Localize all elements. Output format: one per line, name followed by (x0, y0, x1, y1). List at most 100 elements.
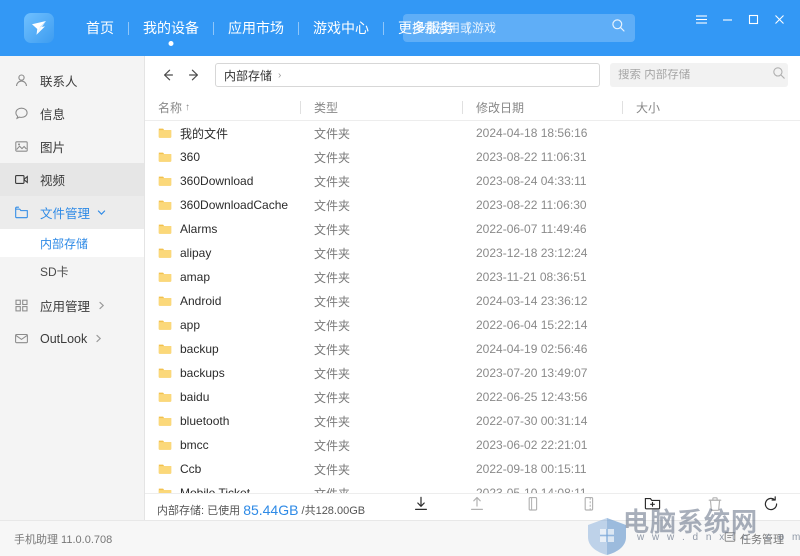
export-icon (468, 495, 486, 518)
storage-total: /共128.00GB (301, 504, 366, 517)
nav-item-my-device[interactable]: 我的设备 (129, 0, 213, 56)
apps-icon (14, 298, 31, 313)
file-name-cell[interactable]: bmcc (145, 438, 300, 452)
file-type-cell: 文件夹 (314, 246, 351, 261)
sidebar-item-pictures[interactable]: 图片 (0, 130, 144, 163)
table-row[interactable]: baidu 文件夹 2022-06-25 12:43:56 (145, 385, 800, 409)
file-date-cell: 2024-03-14 23:36:12 (476, 294, 588, 308)
chevron-right-icon[interactable] (96, 300, 107, 311)
table-row[interactable]: Alarms 文件夹 2022-06-07 11:49:46 (145, 217, 800, 241)
table-row[interactable]: backup 文件夹 2024-04-19 02:56:46 (145, 337, 800, 361)
menu-icon[interactable] (688, 6, 714, 32)
file-name-cell[interactable]: 360DownloadCache (145, 198, 300, 212)
chevron-down-icon[interactable] (96, 207, 107, 218)
file-type-cell: 文件夹 (314, 318, 351, 333)
file-date-cell: 2023-11-21 08:36:51 (476, 270, 587, 284)
table-row[interactable]: bluetooth 文件夹 2022-07-30 00:31:14 (145, 409, 800, 433)
table-row[interactable]: Android 文件夹 2024-03-14 23:36:12 (145, 289, 800, 313)
table-row[interactable]: 360DownloadCache 文件夹 2023-08-22 11:06:30 (145, 193, 800, 217)
folder-icon (158, 486, 172, 493)
file-name-cell[interactable]: 我的文件 (145, 125, 300, 142)
sidebar-subitem-sd-card[interactable]: SD卡 (0, 257, 144, 285)
table-row[interactable]: backups 文件夹 2023-07-20 13:49:07 (145, 361, 800, 385)
file-name-cell[interactable]: bluetooth (145, 414, 300, 428)
search-icon[interactable] (611, 18, 626, 38)
sidebar-item-label: 视频 (40, 174, 66, 188)
folder-icon (14, 205, 31, 220)
file-name-cell[interactable]: app (145, 318, 300, 332)
file-name-cell[interactable]: backup (145, 342, 300, 356)
file-name-cell[interactable]: Ccb (145, 462, 300, 476)
table-row[interactable]: app 文件夹 2022-06-04 15:22:14 (145, 313, 800, 337)
header-search-input[interactable] (412, 21, 611, 35)
file-name-cell[interactable]: backups (145, 366, 300, 380)
file-search-input[interactable] (618, 69, 772, 81)
table-row[interactable]: Mobile Ticket 文件夹 2023-05-10 14:08:11 (145, 481, 800, 493)
contact-icon (14, 73, 31, 88)
maximize-icon[interactable] (740, 6, 766, 32)
file-name-label: backup (180, 342, 219, 356)
nav-item-app-market[interactable]: 应用市场 (214, 0, 298, 56)
copy-icon (524, 495, 542, 518)
sidebar-item-outlook[interactable]: OutLook (0, 322, 144, 355)
file-name-label: bmcc (180, 438, 209, 452)
forward-button[interactable] (181, 62, 207, 88)
file-date-cell: 2024-04-18 18:56:16 (476, 126, 588, 140)
table-row[interactable]: amap 文件夹 2023-11-21 08:36:51 (145, 265, 800, 289)
close-icon[interactable] (766, 6, 792, 32)
file-search-box[interactable] (610, 63, 788, 87)
column-header-size[interactable]: 大小 (622, 94, 742, 121)
column-divider (300, 100, 301, 114)
file-date-cell: 2022-06-04 15:22:14 (476, 318, 588, 332)
file-type-cell: 文件夹 (314, 222, 351, 237)
table-row[interactable]: 我的文件 文件夹 2024-04-18 18:56:16 (145, 121, 800, 145)
file-name-cell[interactable]: baidu (145, 390, 300, 404)
file-name-cell[interactable]: Android (145, 294, 300, 308)
table-row[interactable]: 360 文件夹 2023-08-22 11:06:31 (145, 145, 800, 169)
breadcrumb-separator: › (278, 69, 282, 81)
folder-icon (158, 462, 172, 476)
task-manager-button[interactable]: 任务管理 (724, 531, 784, 547)
minimize-icon[interactable] (714, 6, 740, 32)
file-name-label: app (180, 318, 201, 332)
sidebar-item-app-manager[interactable]: 应用管理 (0, 289, 144, 322)
storage-text: 内部存储: 已使用 85.44GB /共128.00GB (157, 502, 387, 518)
column-header-type[interactable]: 类型 (300, 94, 462, 121)
file-name-cell[interactable]: Mobile Ticket (145, 486, 300, 493)
sidebar-subitem-internal-storage[interactable]: 内部存储 (0, 229, 144, 257)
column-header-date[interactable]: 修改日期 (462, 94, 622, 121)
file-name-cell[interactable]: 360 (145, 150, 300, 164)
sidebar-item-messages[interactable]: 信息 (0, 97, 144, 130)
new-folder-icon (643, 494, 662, 518)
back-button[interactable] (155, 62, 181, 88)
nav-item-home[interactable]: 首页 (72, 0, 128, 56)
chevron-right-icon[interactable] (93, 333, 104, 344)
table-row[interactable]: Ccb 文件夹 2022-09-18 00:15:11 (145, 457, 800, 481)
file-name-cell[interactable]: 360Download (145, 174, 300, 188)
sidebar-item-videos[interactable]: 视频 (0, 163, 144, 196)
path-breadcrumb[interactable]: 内部存储 › (215, 63, 600, 87)
file-list[interactable]: 我的文件 文件夹 2024-04-18 18:56:16 360 文件夹 2023-08-… (145, 121, 800, 493)
file-date-cell: 2022-09-18 00:15:11 (476, 462, 587, 476)
sidebar-item-file-manager[interactable]: 文件管理 (0, 196, 144, 229)
table-row[interactable]: alipay 文件夹 2023-12-18 23:12:24 (145, 241, 800, 265)
file-date-cell: 2023-07-20 13:49:07 (476, 366, 588, 380)
column-header-name[interactable]: 名称 ↑ (145, 94, 300, 121)
sidebar-item-contacts[interactable]: 联系人 (0, 64, 144, 97)
address-bar: 内部存储 › (145, 56, 800, 94)
table-row[interactable]: bmcc 文件夹 2023-06-02 22:21:01 (145, 433, 800, 457)
folder-icon (158, 390, 172, 404)
nav-item-game-center[interactable]: 游戏中心 (299, 0, 383, 56)
table-row[interactable]: 360Download 文件夹 2023-08-24 04:33:11 (145, 169, 800, 193)
file-name-cell[interactable]: alipay (145, 246, 300, 260)
header-search-box[interactable] (403, 14, 635, 42)
file-date-cell: 2022-06-07 11:49:46 (476, 222, 587, 236)
file-name-cell[interactable]: amap (145, 270, 300, 284)
breadcrumb-segment[interactable]: 内部存储 (224, 67, 272, 84)
trash-icon (706, 495, 724, 518)
column-label: 类型 (314, 100, 339, 115)
file-name-cell[interactable]: Alarms (145, 222, 300, 236)
column-divider (462, 100, 463, 114)
top-header: 首页 我的设备 应用市场 游戏中心 更多服务 (0, 0, 800, 56)
search-icon[interactable] (772, 66, 786, 85)
